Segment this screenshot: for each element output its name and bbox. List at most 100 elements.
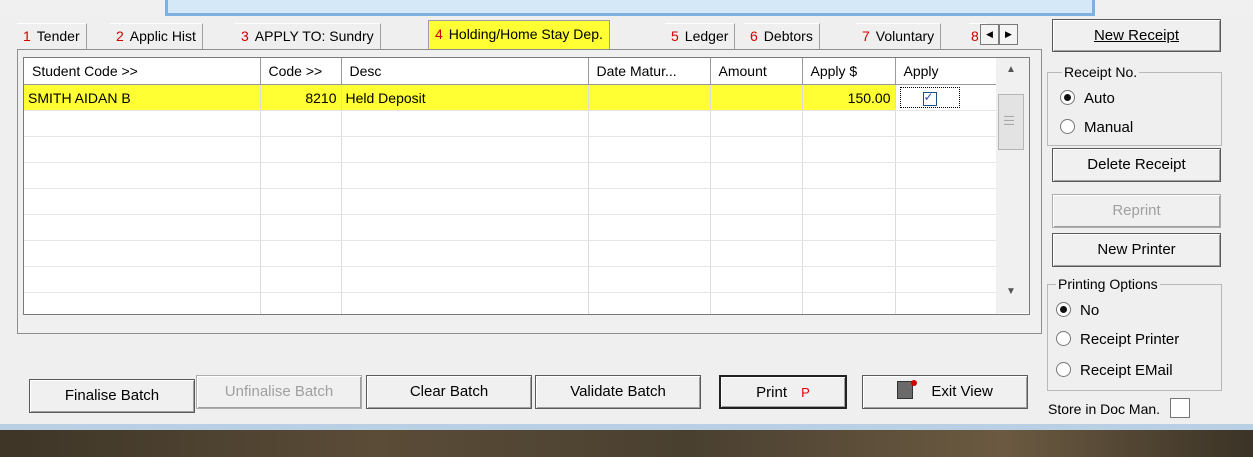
grid-cell[interactable] bbox=[341, 266, 589, 293]
grid-cell[interactable] bbox=[341, 136, 589, 163]
unfinalise-batch-button[interactable]: Unfinalise Batch bbox=[196, 375, 362, 409]
new-printer-button[interactable]: New Printer bbox=[1052, 233, 1221, 267]
cell-code[interactable]: 8210 bbox=[260, 84, 342, 111]
tab-voluntary[interactable]: 7 Voluntary bbox=[856, 23, 942, 49]
grid-cell[interactable] bbox=[802, 214, 896, 241]
store-doc-man-checkbox[interactable] bbox=[1169, 398, 1190, 418]
table-row[interactable] bbox=[24, 162, 997, 189]
grid-cell[interactable] bbox=[802, 136, 896, 163]
table-row[interactable] bbox=[24, 136, 997, 163]
grid-cell[interactable] bbox=[710, 266, 803, 293]
grid-cell[interactable] bbox=[260, 162, 342, 189]
grid-cell[interactable] bbox=[802, 266, 896, 293]
col-header-student-code[interactable]: Student Code >> bbox=[24, 58, 261, 85]
grid-cell[interactable] bbox=[802, 110, 896, 137]
grid-cell[interactable] bbox=[588, 188, 711, 215]
grid-cell[interactable] bbox=[710, 162, 803, 189]
cell-desc[interactable]: Held Deposit bbox=[341, 84, 589, 111]
receipt-manual-radio[interactable]: Manual bbox=[1060, 119, 1133, 136]
table-row[interactable]: SMITH AIDAN B 8210 Held Deposit 150.00 ✓ bbox=[24, 84, 997, 111]
grid-cell[interactable] bbox=[895, 110, 997, 137]
finalise-batch-button[interactable]: Finalise Batch bbox=[29, 379, 195, 413]
grid-cell[interactable] bbox=[802, 188, 896, 215]
table-row[interactable] bbox=[24, 266, 997, 293]
col-header-desc[interactable]: Desc bbox=[341, 58, 589, 85]
grid-cell[interactable] bbox=[710, 136, 803, 163]
grid-cell[interactable] bbox=[802, 292, 896, 314]
tab-applic-hist[interactable]: 2 Applic Hist bbox=[110, 23, 203, 49]
grid-cell[interactable] bbox=[895, 292, 997, 314]
grid-cell[interactable] bbox=[802, 162, 896, 189]
grid-cell[interactable] bbox=[341, 214, 589, 241]
grid-cell[interactable] bbox=[710, 110, 803, 137]
grid-cell[interactable] bbox=[24, 110, 261, 137]
grid-cell[interactable] bbox=[260, 136, 342, 163]
grid-cell[interactable] bbox=[260, 292, 342, 314]
grid-vertical-scrollbar[interactable]: ▲ — — — ▼ bbox=[996, 58, 1029, 313]
grid-cell[interactable] bbox=[895, 162, 997, 189]
grid-cell[interactable] bbox=[24, 162, 261, 189]
col-header-amount[interactable]: Amount bbox=[710, 58, 803, 85]
grid-cell[interactable] bbox=[710, 240, 803, 267]
grid-cell[interactable] bbox=[588, 136, 711, 163]
grid-cell[interactable] bbox=[895, 214, 997, 241]
grid-cell[interactable] bbox=[341, 240, 589, 267]
grid-cell[interactable] bbox=[24, 240, 261, 267]
grid-cell[interactable] bbox=[24, 292, 261, 314]
grid-cell[interactable] bbox=[24, 266, 261, 293]
grid-cell[interactable] bbox=[802, 240, 896, 267]
scroll-up-icon[interactable]: ▲ bbox=[996, 64, 1026, 75]
grid-cell[interactable] bbox=[341, 162, 589, 189]
table-row[interactable] bbox=[24, 214, 997, 241]
print-button[interactable]: Print P bbox=[719, 375, 847, 409]
cell-student-code[interactable]: SMITH AIDAN B bbox=[24, 84, 261, 111]
table-row[interactable] bbox=[24, 188, 997, 215]
grid-cell[interactable] bbox=[24, 136, 261, 163]
cell-apply-amount[interactable]: 150.00 bbox=[802, 84, 896, 111]
tab-scroll-left-icon[interactable]: ◀ bbox=[980, 24, 999, 45]
grid-cell[interactable] bbox=[895, 136, 997, 163]
print-no-radio[interactable]: No bbox=[1056, 302, 1099, 319]
clear-batch-button[interactable]: Clear Batch bbox=[366, 375, 532, 409]
receipt-grid[interactable]: Student Code >> Code >> Desc Date Matur.… bbox=[23, 57, 1030, 315]
apply-checkbox[interactable]: ✓ bbox=[922, 90, 937, 106]
grid-cell[interactable] bbox=[24, 188, 261, 215]
grid-cell[interactable] bbox=[341, 292, 589, 314]
grid-cell[interactable] bbox=[588, 266, 711, 293]
grid-cell[interactable] bbox=[895, 266, 997, 293]
grid-cell[interactable] bbox=[260, 240, 342, 267]
new-receipt-button[interactable]: New Receipt bbox=[1052, 19, 1221, 52]
grid-cell[interactable] bbox=[341, 188, 589, 215]
grid-cell[interactable] bbox=[710, 214, 803, 241]
grid-cell[interactable] bbox=[710, 188, 803, 215]
grid-cell[interactable] bbox=[895, 240, 997, 267]
delete-receipt-button[interactable]: Delete Receipt bbox=[1052, 148, 1221, 182]
cell-apply[interactable]: ✓ bbox=[895, 84, 997, 111]
grid-cell[interactable] bbox=[588, 292, 711, 314]
table-row[interactable] bbox=[24, 110, 997, 137]
col-header-apply-amount[interactable]: Apply $ bbox=[802, 58, 896, 85]
col-header-apply[interactable]: Apply bbox=[895, 58, 997, 85]
scroll-down-icon[interactable]: ▼ bbox=[996, 286, 1026, 297]
receipt-auto-radio[interactable]: Auto bbox=[1060, 90, 1115, 107]
grid-cell[interactable] bbox=[341, 110, 589, 137]
grid-cell[interactable] bbox=[260, 188, 342, 215]
grid-cell[interactable] bbox=[260, 214, 342, 241]
reprint-button[interactable]: Reprint bbox=[1052, 194, 1221, 228]
tab-scroll-right-icon[interactable]: ▶ bbox=[999, 24, 1018, 45]
col-header-code[interactable]: Code >> bbox=[260, 58, 342, 85]
receipt-email-radio[interactable]: Receipt EMail bbox=[1056, 362, 1173, 379]
col-header-date-matur[interactable]: Date Matur... bbox=[588, 58, 711, 85]
tab-holding-home-stay[interactable]: 4 Holding/Home Stay Dep. bbox=[428, 20, 610, 49]
table-row[interactable] bbox=[24, 240, 997, 267]
grid-cell[interactable] bbox=[895, 188, 997, 215]
grid-cell[interactable] bbox=[710, 292, 803, 314]
tab-debtors[interactable]: 6 Debtors bbox=[744, 23, 820, 49]
grid-cell[interactable] bbox=[260, 266, 342, 293]
grid-cell[interactable] bbox=[588, 240, 711, 267]
grid-cell[interactable] bbox=[588, 110, 711, 137]
cell-date-matur[interactable] bbox=[588, 84, 711, 111]
tab-apply-to-sundry[interactable]: 3 APPLY TO: Sundry bbox=[235, 23, 381, 49]
grid-cell[interactable] bbox=[588, 162, 711, 189]
table-row[interactable] bbox=[24, 292, 997, 314]
